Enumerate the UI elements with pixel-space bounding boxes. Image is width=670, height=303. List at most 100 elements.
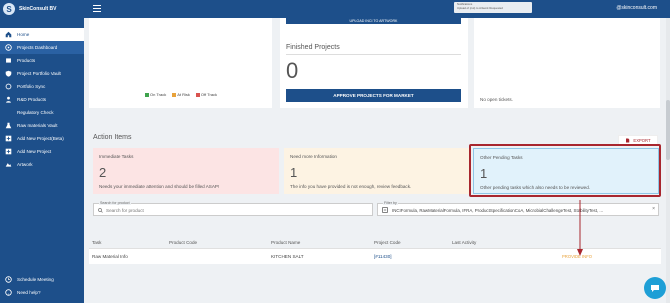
project-status-card: On Track At Risk Off Track — [89, 18, 272, 108]
sidebar-item-add-new-project-beta[interactable]: Add New Project(Beta) — [0, 132, 84, 145]
sidebar-item-raw-materials-vault[interactable]: Raw materials Vault — [0, 119, 84, 132]
divider — [286, 54, 461, 55]
cell-task: Raw Material Info — [92, 254, 128, 259]
notification-toast[interactable]: Notifications Upload of (cut) to Artwork… — [454, 2, 532, 13]
arrow-annotation — [577, 200, 583, 256]
filter-icon — [382, 207, 388, 213]
chart-legend: On Track At Risk Off Track — [145, 92, 217, 97]
sidebar: S SkinConsult BV Home Projects Dashboard… — [0, 0, 84, 303]
legend-item: On Track — [145, 92, 166, 97]
cell-product-name: KITCHEN SALT — [271, 254, 304, 259]
sync-icon — [5, 83, 12, 90]
column-header-task[interactable]: Task — [89, 240, 169, 245]
chat-icon — [651, 285, 659, 292]
sidebar-item-label: Project Portfolio Vault — [17, 71, 61, 76]
sidebar-item-home[interactable]: Home — [0, 28, 84, 41]
sidebar-item-need-help[interactable]: Need help? — [0, 286, 84, 299]
sidebar-item-label: Products — [17, 58, 36, 63]
sidebar-item-regulatory-check[interactable]: Regulatory Check — [0, 106, 84, 119]
sidebar-item-label: Portfolio Sync — [17, 84, 46, 89]
page-scrollbar[interactable] — [666, 18, 670, 303]
sidebar-item-rd-products[interactable]: R&D Products — [0, 93, 84, 106]
legend-swatch — [172, 92, 177, 97]
highlight-annotation — [469, 144, 661, 197]
finished-projects-title: Finished Projects — [286, 44, 340, 51]
upload-inci-button[interactable]: UPLOAD INCI TO ARTWORK — [286, 18, 461, 24]
sidebar-item-label: Home — [17, 32, 30, 37]
dashboard-icon — [5, 44, 12, 51]
sidebar-item-label: Artwork — [17, 162, 33, 167]
no-tickets-text: No open tickets. — [480, 97, 513, 102]
filter-value: INCIFormula, RawMaterialFormula, IFRA, P… — [392, 207, 604, 213]
sidebar-item-products[interactable]: Products — [0, 54, 84, 67]
brand-logo: S — [3, 3, 15, 15]
toast-line: Upload of (cut) to Artwork Requested — [457, 5, 503, 10]
action-items-title: Action Items — [93, 134, 132, 141]
filter-label: Filter by — [383, 201, 398, 205]
legend-swatch — [145, 92, 149, 97]
sidebar-item-add-new-project[interactable]: Add New Project — [0, 145, 84, 158]
sidebar-item-project-portfolio-vault[interactable]: Project Portfolio Vault — [0, 67, 84, 80]
column-header-last-activity[interactable]: Last Activity — [452, 240, 562, 245]
user-email[interactable]: @skinconsult.com — [616, 5, 657, 11]
product-search-field[interactable]: Search for product — [93, 201, 373, 216]
home-icon — [5, 31, 12, 38]
legend-item: Off Track — [195, 92, 218, 97]
clock-icon — [5, 276, 12, 283]
flask-icon — [5, 122, 12, 129]
scrollbar-thumb[interactable] — [666, 100, 670, 160]
legend-label: Off Track — [200, 92, 218, 97]
sidebar-item-label: Raw materials Vault — [17, 123, 58, 128]
tile-description: The info you have provided is not enough… — [290, 184, 412, 189]
column-header-product-name[interactable]: Product Name — [271, 240, 374, 245]
tile-count: 1 — [290, 165, 298, 180]
filter-by-field[interactable]: Filter by INCIFormula, RawMaterialFormul… — [377, 201, 659, 216]
tile-description: Needs your immediate attention and shoul… — [99, 184, 220, 189]
sidebar-bottom: Schedule Meeting Need help? — [0, 273, 84, 299]
person-icon — [6, 96, 11, 103]
search-label: Search for product — [99, 201, 131, 205]
sidebar-item-label: Add New Project(Beta) — [17, 136, 64, 141]
cell-project-code-link[interactable]: [#11430] — [374, 254, 452, 259]
clear-icon[interactable]: × — [652, 206, 655, 212]
need-more-information-tile[interactable]: Need more Information 1 The info you hav… — [284, 148, 470, 194]
sidebar-item-schedule-meeting[interactable]: Schedule Meeting — [0, 273, 84, 286]
sidebar-item-label: Need help? — [17, 290, 41, 295]
sidebar-item-label: Regulatory Check — [17, 110, 54, 115]
approve-projects-button[interactable]: APPROVE PROJECTS FOR MARKET — [286, 89, 461, 102]
tile-count: 2 — [99, 165, 107, 180]
sidebar-item-artwork[interactable]: Artwork — [0, 158, 84, 171]
sidebar-item-label: R&D Products — [17, 97, 47, 102]
sidebar-item-label: Projects Dashboard — [17, 45, 58, 50]
finished-projects-count: 0 — [286, 58, 299, 83]
chat-button[interactable] — [644, 277, 666, 299]
legend-swatch — [195, 92, 200, 97]
plus-square-icon — [5, 148, 12, 155]
sidebar-item-projects-dashboard[interactable]: Projects Dashboard — [0, 41, 84, 54]
menu-icon[interactable] — [93, 5, 101, 12]
box-icon — [6, 58, 11, 63]
legend-item: At Risk — [172, 92, 190, 97]
export-label: EXPORT — [633, 137, 651, 143]
sidebar-item-label: Schedule Meeting — [17, 277, 54, 282]
top-header: Notifications Upload of (cut) to Artwork… — [84, 0, 670, 18]
legend-label: At Risk — [177, 92, 190, 97]
column-header-project-code[interactable]: Project Code — [374, 240, 452, 245]
search-input[interactable] — [106, 206, 366, 214]
column-header-product-code[interactable]: Product Code — [169, 240, 271, 245]
sidebar-item-portfolio-sync[interactable]: Portfolio Sync — [0, 80, 84, 93]
sidebar-item-label: Add New Project — [17, 149, 52, 154]
legend-label: On Track — [150, 92, 167, 97]
document-icon — [626, 138, 630, 142]
artwork-icon — [5, 163, 12, 167]
help-icon — [5, 289, 12, 296]
plus-square-icon — [5, 135, 12, 142]
tile-label: Need more Information — [290, 154, 337, 159]
check-icon — [5, 109, 12, 116]
immediate-tasks-tile[interactable]: Immediate Tasks 2 Needs your immediate a… — [93, 148, 279, 194]
brand-name: SkinConsult BV — [19, 6, 57, 12]
brand[interactable]: S SkinConsult BV — [0, 0, 84, 18]
shield-icon — [5, 70, 12, 77]
tile-label: Immediate Tasks — [99, 154, 134, 159]
